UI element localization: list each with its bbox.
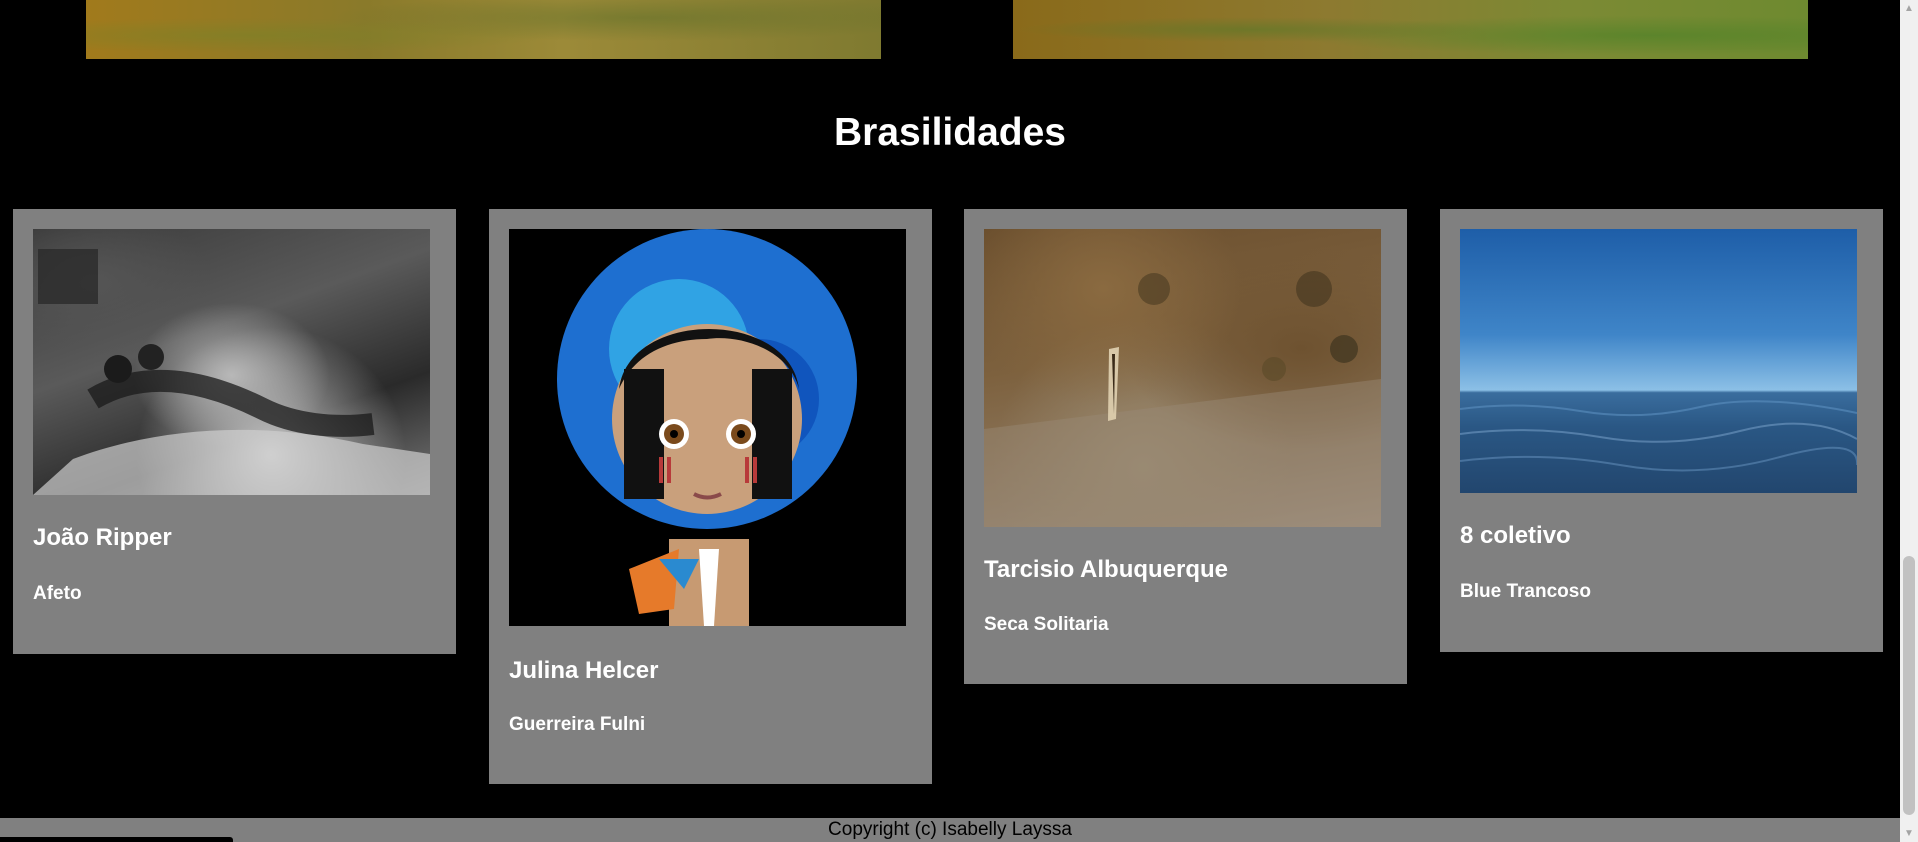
artwork-card: Tarcisio Albuquerque Seca Solitaria	[964, 209, 1407, 684]
artwork-title: Afeto	[33, 583, 82, 604]
previous-gallery-row	[0, 0, 1900, 60]
artwork-photo-image	[984, 271, 1381, 527]
artwork-title: Seca Solitaria	[984, 614, 1109, 635]
page: Brasilidades João Ripper Afeto Julina He…	[0, 0, 1918, 842]
artwork-photo	[509, 229, 906, 626]
artist-name: Tarcisio Albuquerque	[984, 556, 1229, 583]
scroll-down-arrow-icon[interactable]: ▼	[1900, 825, 1918, 842]
artwork-card: Julina Helcer Guerreira Fulni	[489, 209, 932, 784]
footer: Copyright (c) Isabelly Layssa	[0, 818, 1900, 842]
artwork-photo-image	[33, 249, 430, 495]
scrollbar-thumb[interactable]	[1903, 556, 1915, 815]
vertical-scrollbar[interactable]: ▲ ▼	[1900, 0, 1918, 842]
artwork-photo-image	[509, 229, 906, 626]
artwork-title: Guerreira Fulni	[509, 714, 646, 735]
scroll-up-arrow-icon[interactable]: ▲	[1900, 0, 1918, 17]
artwork-card: 8 coletivo Blue Trancoso	[1440, 209, 1883, 652]
artwork-photo	[33, 229, 430, 495]
copyright-text: Copyright (c) Isabelly Layssa	[828, 819, 1072, 840]
section-title: Brasilidades	[834, 111, 1066, 154]
artwork-photo-image	[1460, 400, 1857, 472]
gallery-photo	[86, 0, 881, 59]
artwork-title: Blue Trancoso	[1460, 581, 1591, 602]
artist-name: João Ripper	[33, 524, 172, 551]
footer-accent-bar	[0, 837, 233, 842]
artwork-photo	[984, 229, 1381, 527]
artist-name: 8 coletivo	[1460, 522, 1571, 549]
artwork-photo	[1460, 229, 1857, 493]
artist-name: Julina Helcer	[509, 657, 659, 684]
gallery-photo	[1013, 0, 1808, 59]
artwork-card: João Ripper Afeto	[13, 209, 456, 654]
